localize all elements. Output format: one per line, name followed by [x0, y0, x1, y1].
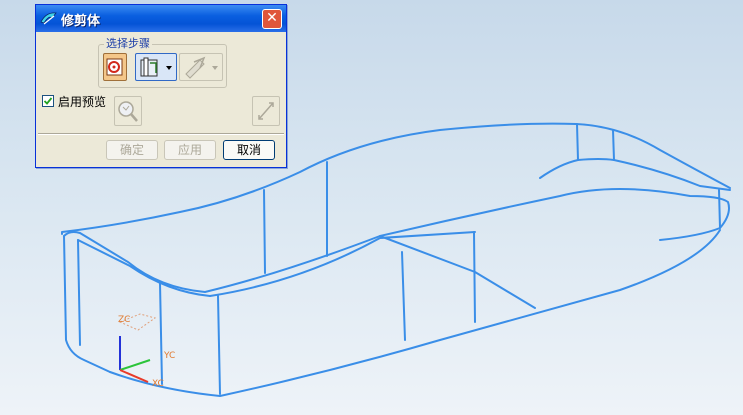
zoom-preview-icon: [118, 101, 138, 122]
enable-preview-checkbox[interactable]: [42, 95, 54, 107]
direction-step-button[interactable]: [179, 53, 223, 81]
inner-rim-edge: [577, 158, 731, 191]
vertical-edge-5: [401, 251, 406, 341]
middle-edge: [77, 239, 211, 297]
zc-label: ZC: [118, 315, 130, 325]
tool-face-dropdown-icon: [140, 57, 172, 77]
vertical-edge-8: [612, 129, 615, 161]
reverse-direction-button[interactable]: [252, 96, 280, 126]
left-inner-edge: [77, 239, 81, 346]
bottom-edge: [109, 229, 721, 397]
trim-body-dialog: 修剪体 ✕ 选择步骤 启用预览 确定 应用 取消: [35, 4, 287, 168]
vertical-edge-1: [159, 282, 163, 385]
reverse-direction-icon: [258, 102, 274, 120]
vertical-edge-2: [217, 295, 221, 395]
apply-button[interactable]: 应用: [164, 140, 216, 160]
preview-button[interactable]: [114, 96, 142, 126]
cancel-button[interactable]: 取消: [223, 140, 275, 160]
close-icon: ✕: [266, 10, 278, 26]
dialog-title: 修剪体: [61, 14, 101, 29]
checkmark-icon: [43, 97, 53, 105]
ok-button[interactable]: 确定: [106, 140, 158, 160]
direction-dropdown-icon: [185, 56, 218, 79]
selection-steps-label: 选择步骤: [104, 35, 152, 51]
dialog-titlebar[interactable]: 修剪体 ✕: [36, 5, 286, 32]
trim-body-app-icon: [40, 12, 57, 25]
top-outline-edge: [63, 188, 730, 293]
vertical-edge-9: [718, 189, 721, 229]
xc-label: XC: [152, 379, 164, 389]
left-end-edge: [63, 235, 111, 373]
vertical-edge-7: [576, 123, 579, 161]
target-body-step-button[interactable]: [103, 53, 127, 81]
enable-preview-label: 启用预览: [58, 95, 107, 109]
yc-label: YC: [163, 351, 175, 361]
dialog-separator: [38, 133, 284, 135]
close-button[interactable]: ✕: [262, 9, 282, 29]
rim-diagonal: [539, 159, 579, 179]
tool-face-step-button[interactable]: [135, 53, 177, 81]
select-target-body-icon: [106, 58, 123, 76]
vertical-edge-6: [473, 231, 476, 323]
vertical-edge-3: [263, 189, 266, 274]
front-upper-edge: [209, 231, 476, 297]
